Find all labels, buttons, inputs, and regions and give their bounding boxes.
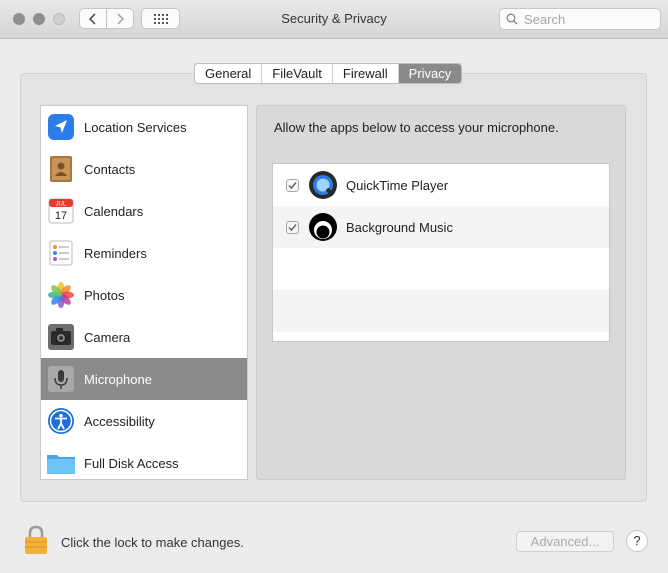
sidebar-item-microphone[interactable]: Microphone: [41, 358, 247, 400]
sidebar-item-label: Camera: [84, 329, 131, 345]
privacy-category-list: Location Services Contacts JUL 17 Calend…: [40, 105, 248, 480]
microphone-icon: [46, 364, 76, 394]
sidebar-item-reminders[interactable]: Reminders: [41, 232, 247, 274]
sidebar-item-camera[interactable]: Camera: [41, 316, 247, 358]
sidebar-item-label: Reminders: [84, 245, 147, 261]
checkmark-icon: [288, 181, 297, 189]
search-input[interactable]: [522, 10, 646, 28]
location-arrow-icon: [46, 112, 76, 142]
sidebar-item-calendars[interactable]: JUL 17 Calendars: [41, 190, 247, 232]
checkmark-icon: [288, 223, 297, 231]
list-item-empty: [273, 290, 609, 332]
reminders-list-icon: [46, 238, 76, 268]
advanced-button[interactable]: Advanced...: [516, 531, 614, 552]
accessibility-icon: [46, 406, 76, 436]
camera-icon: [46, 322, 76, 352]
app-name: Background Music: [346, 219, 453, 235]
help-button[interactable]: ?: [626, 530, 648, 552]
list-item-quicktime[interactable]: QuickTime Player: [273, 164, 609, 206]
sidebar-item-label: Contacts: [84, 161, 136, 177]
contacts-book-icon: [46, 154, 76, 184]
app-list: QuickTime Player Background Music: [272, 163, 610, 342]
sidebar-item-contacts[interactable]: Contacts: [41, 148, 247, 190]
app-name: QuickTime Player: [346, 177, 449, 193]
list-item-background-music[interactable]: Background Music: [273, 206, 609, 248]
svg-text:JUL: JUL: [56, 202, 67, 208]
sidebar-item-label: Microphone: [84, 371, 152, 387]
description-text: Allow the apps below to access your micr…: [274, 120, 559, 135]
tab-filevault[interactable]: FileVault: [262, 64, 333, 83]
svg-text:17: 17: [55, 210, 67, 222]
lock-icon[interactable]: [24, 525, 48, 555]
tab-general[interactable]: General: [195, 64, 263, 83]
photos-flower-icon: [46, 280, 76, 310]
search-field[interactable]: [499, 8, 661, 30]
tab-firewall[interactable]: Firewall: [333, 64, 399, 83]
sidebar-item-accessibility[interactable]: Accessibility: [41, 400, 247, 442]
tab-privacy[interactable]: Privacy: [398, 64, 462, 83]
lock-status-text: Click the lock to make changes.: [61, 535, 244, 550]
sidebar-item-label: Accessibility: [84, 413, 155, 429]
app-checkbox[interactable]: [286, 220, 299, 234]
calendar-icon: JUL 17: [46, 196, 76, 226]
search-icon: [506, 13, 518, 25]
background-music-icon: [308, 212, 338, 242]
sidebar-item-label: Full Disk Access: [84, 455, 179, 471]
tab-bar: General FileVault Firewall Privacy: [194, 63, 463, 84]
sidebar-item-location-services[interactable]: Location Services: [41, 106, 247, 148]
folder-icon: [46, 448, 76, 478]
sidebar-item-full-disk-access[interactable]: Full Disk Access: [41, 442, 247, 484]
sidebar-item-label: Calendars: [84, 203, 144, 219]
sidebar-item-label: Location Services: [84, 119, 187, 135]
app-checkbox[interactable]: [286, 178, 299, 192]
list-item-empty: [273, 248, 609, 290]
title-bar: Security & Privacy: [0, 0, 668, 39]
quicktime-icon: [308, 170, 338, 200]
sidebar-item-label: Photos: [84, 287, 125, 303]
sidebar-item-photos[interactable]: Photos: [41, 274, 247, 316]
